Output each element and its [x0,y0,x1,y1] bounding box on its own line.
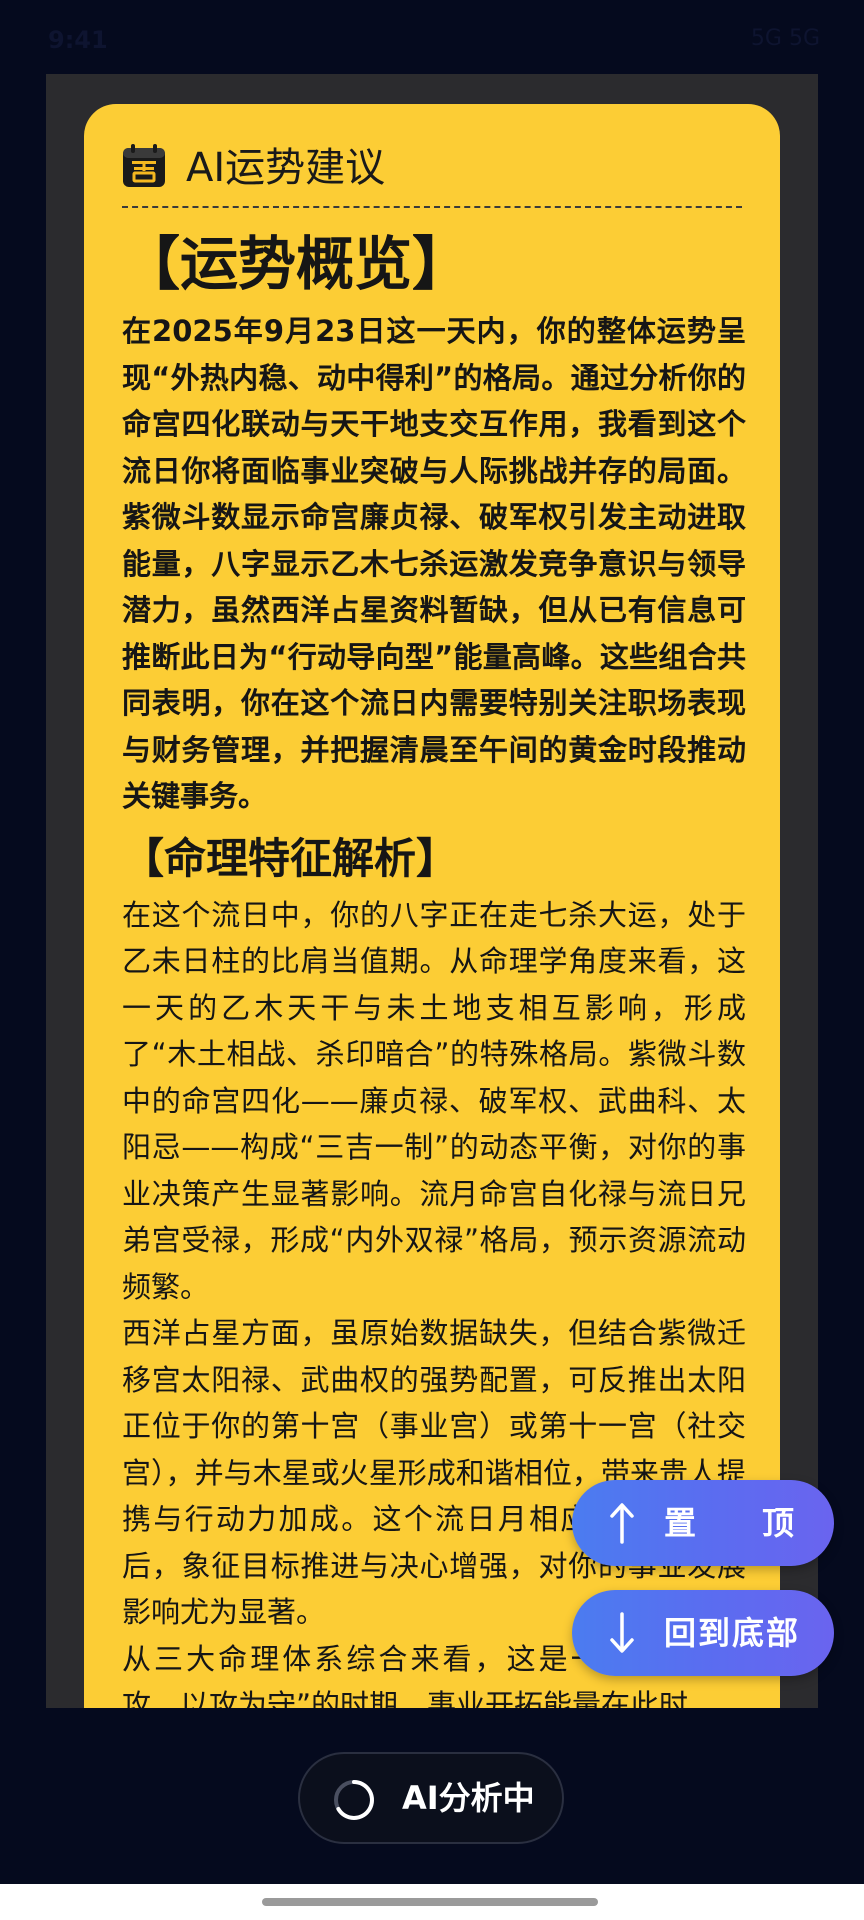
arrow-up-icon [610,1503,634,1544]
status-bar: 9:41 5G 5G [0,0,864,80]
fortune-app-icon [123,144,165,187]
traits-heading: 【命理特征解析】 [122,833,459,883]
ai-analyzing-button[interactable]: AI分析中 [298,1752,564,1844]
home-indicator[interactable] [262,1898,598,1906]
ai-analyzing-label: AI分析中 [402,1779,535,1817]
overview-paragraph: 在2025年9月23日这一天内，你的整体运势呈现“外热内稳、动中得利”的格局。通… [122,314,746,813]
card-header: AI运势建议 [122,140,742,212]
traits-paragraph-2: 西洋占星方面，虽原始数据缺失，但结合紫微迁移宫太阳禄、武曲权的强势配置，可反推出… [122,1316,746,1629]
traits-paragraph-1: 在这个流日中，你的八字正在走七杀大运，处于乙未日柱的比肩当值期。从命理学角度来看… [122,897,746,1304]
scroll-to-top-button[interactable]: 置顶 [572,1480,834,1566]
status-signal: 5G 5G [750,26,820,51]
arrow-down-icon [610,1612,634,1653]
scroll-to-bottom-button[interactable]: 回到底部 [572,1590,834,1676]
scroll-to-bottom-label: 回到底部 [664,1614,801,1652]
overview-heading: 【运势概览】 [122,230,471,298]
scroll-to-top-label: 置顶 [664,1504,797,1542]
status-time: 9:41 [48,26,108,54]
header-divider [122,206,742,208]
result-panel[interactable]: AI运势建议 【运势概览】 在2025年9月23日这一天内，你的整体运势呈现“外… [46,74,818,1708]
loading-spinner-icon [334,1780,374,1820]
fortune-card: AI运势建议 【运势概览】 在2025年9月23日这一天内，你的整体运势呈现“外… [84,104,780,1708]
card-title: AI运势建议 [186,145,386,191]
